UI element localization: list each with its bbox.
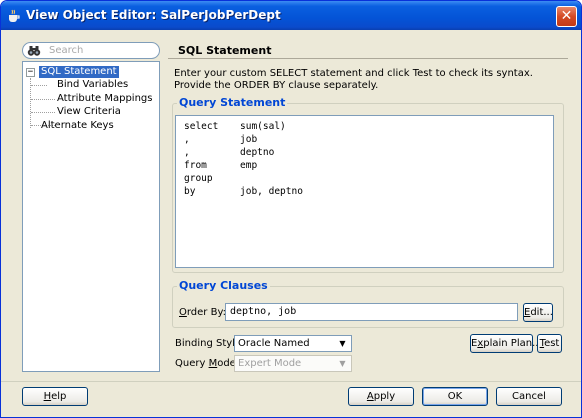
window-title: View Object Editor: SalPerJobPerDept [26, 8, 281, 22]
tree-connector [31, 85, 47, 86]
tree-connector [31, 112, 55, 113]
panel-description: Enter your custom SELECT statement and c… [174, 68, 533, 91]
close-icon: ✕ [560, 8, 573, 24]
sql-line: from emp [184, 160, 258, 171]
navigation-tree: − SQL Statement Bind Variables Attribute… [22, 61, 160, 372]
cancel-button[interactable]: Cancel [496, 387, 562, 406]
edit-button[interactable]: Edit... [523, 303, 553, 322]
sql-line: group [184, 173, 213, 184]
query-statement-legend: Query Statement [177, 96, 288, 109]
tree-item-bind-variables[interactable]: Bind Variables [55, 79, 130, 91]
title-bar[interactable]: View Object Editor: SalPerJobPerDept ✕ [1, 1, 581, 30]
chevron-down-icon: ▼ [339, 359, 346, 368]
panel-title: SQL Statement [178, 44, 272, 57]
sql-line: , job [184, 134, 258, 145]
view-object-editor-dialog: View Object Editor: SalPerJobPerDept ✕ S… [0, 0, 582, 418]
sql-line: select sum(sal) [184, 121, 286, 132]
test-button[interactable]: Test [537, 334, 562, 353]
sql-editor[interactable]: select sum(sal) , job , deptno from emp grou… [175, 115, 554, 268]
sql-line: , deptno [184, 147, 275, 158]
tree-item-sql-statement[interactable]: SQL Statement [39, 66, 119, 78]
ok-button[interactable]: OK [422, 387, 488, 406]
panel-header: SQL Statement [168, 41, 568, 59]
search-placeholder: Search [49, 45, 84, 56]
search-field[interactable]: Search [22, 42, 160, 59]
order-by-input[interactable]: deptno, job [225, 303, 518, 321]
close-button[interactable]: ✕ [556, 6, 577, 27]
apply-button[interactable]: Apply [348, 387, 414, 406]
collapse-toggle-icon[interactable]: − [26, 68, 35, 77]
sql-statement-panel: SQL Statement Enter your custom SELECT s… [168, 39, 568, 372]
tree-item-alternate-keys[interactable]: Alternate Keys [39, 120, 116, 132]
query-mode-label: Query Mode: [175, 358, 240, 369]
help-button[interactable]: Help [22, 387, 88, 406]
tree-item-attribute-mappings[interactable]: Attribute Mappings [55, 93, 154, 105]
binding-style-select[interactable]: Oracle Named ▼ [234, 335, 352, 352]
binding-style-value: Oracle Named [238, 338, 310, 349]
order-by-label: Order By: [179, 307, 227, 318]
query-clauses-legend: Query Clauses [177, 279, 270, 292]
tree-item-view-criteria[interactable]: View Criteria [55, 106, 123, 118]
explain-plan-button[interactable]: Explain Plan... [470, 334, 542, 353]
oracle-coffee-icon [9, 9, 20, 22]
query-mode-select[interactable]: Expert Mode ▼ [234, 355, 352, 372]
tree-connector [31, 99, 55, 100]
chevron-down-icon: ▼ [339, 339, 346, 348]
query-mode-value: Expert Mode [238, 358, 302, 369]
binoculars-icon [27, 46, 41, 56]
footer-divider [1, 381, 581, 382]
sql-line: by job, deptno [184, 186, 303, 197]
